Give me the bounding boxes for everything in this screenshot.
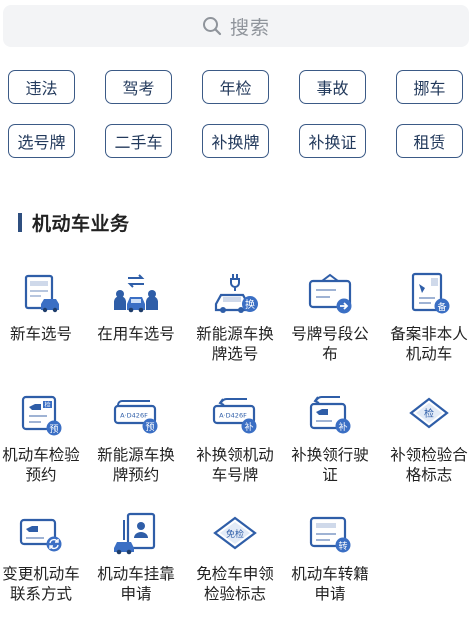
service-inspection-mark-reissue[interactable]: 检 补领检验合格标志 xyxy=(382,391,472,485)
service-label: 机动车检验预约 xyxy=(2,446,80,484)
service-label: 在用车选号 xyxy=(97,325,175,343)
tag-used-car[interactable]: 二手车 xyxy=(105,124,172,158)
service-label: 补换领机动车号牌 xyxy=(196,446,274,484)
service-ev-plate-select[interactable]: 换 新能源车换牌选号 xyxy=(188,270,282,364)
ev-plate-booking-icon: A·D426F 预 xyxy=(113,400,158,434)
car-owners-exchange-icon xyxy=(114,274,158,313)
tag-replace-plate[interactable]: 补换牌 xyxy=(202,124,269,158)
search-icon xyxy=(202,16,222,36)
transfer-apply-icon: 转 xyxy=(309,516,351,553)
replace-badge-text: 补 xyxy=(338,421,347,433)
service-plate-replace[interactable]: A·D426F 补 补换领机动车号牌 xyxy=(188,391,282,485)
service-used-car-plate-select[interactable]: 在用车选号 xyxy=(89,270,183,344)
search-placeholder: 搜索 xyxy=(229,16,270,39)
service-ev-plate-booking[interactable]: A·D426F 预 新能源车换牌预约 xyxy=(89,391,183,485)
tag-violation[interactable]: 违法 xyxy=(8,70,75,104)
plate-select-icon xyxy=(24,274,59,313)
inspection-tag-text: 检 xyxy=(44,401,50,409)
service-label: 机动车转籍申请 xyxy=(291,565,369,603)
section-title: 机动车业务 xyxy=(32,213,130,235)
service-new-car-plate-select[interactable]: 新车选号 xyxy=(0,270,88,344)
tag-select-plate[interactable]: 选号牌 xyxy=(8,124,75,158)
booking-badge-text: 预 xyxy=(145,422,154,433)
ev-badge-text: 换 xyxy=(245,298,255,311)
service-label: 新车选号 xyxy=(9,325,72,343)
filing-document-icon: 备 xyxy=(411,272,450,314)
affiliation-apply-icon xyxy=(114,512,156,555)
service-plate-number-announcement[interactable]: 号牌号段公布 xyxy=(283,270,377,364)
exempt-mark-icon: 免检 xyxy=(213,516,257,550)
section-header: 机动车业务 xyxy=(18,209,130,236)
booking-badge-text: 预 xyxy=(49,424,58,435)
license-replace-icon: 补 xyxy=(309,396,351,434)
inspection-tag-text: 检 xyxy=(424,407,434,420)
tag-replace-license[interactable]: 补换证 xyxy=(299,124,366,158)
service-label: 免检车申领检验标志 xyxy=(196,565,274,603)
filing-badge-text: 备 xyxy=(437,301,446,313)
service-label: 号牌号段公布 xyxy=(291,325,369,363)
service-label: 备案非本人机动车 xyxy=(390,325,468,363)
section-accent-bar xyxy=(18,213,22,232)
tag-accident[interactable]: 事故 xyxy=(299,70,366,104)
service-exempt-inspection-mark[interactable]: 免检 免检车申领检验标志 xyxy=(188,510,282,604)
tag-driving-test[interactable]: 驾考 xyxy=(105,70,172,104)
contact-change-icon xyxy=(19,518,62,552)
service-label: 变更机动车联系方式 xyxy=(2,565,80,603)
service-label: 新能源车换牌选号 xyxy=(196,325,274,363)
service-vehicle-affiliation[interactable]: 机动车挂靠申请 xyxy=(89,510,183,604)
service-label: 机动车挂靠申请 xyxy=(97,565,175,603)
transfer-badge-text: 转 xyxy=(338,540,347,552)
service-label: 补换领行驶证 xyxy=(291,446,369,484)
service-vehicle-transfer[interactable]: 转 机动车转籍申请 xyxy=(283,510,377,604)
tag-rental[interactable]: 租赁 xyxy=(396,124,463,158)
plate-number-text: A·D426F xyxy=(219,412,247,420)
service-inspection-booking[interactable]: 检 预 机动车检验预约 xyxy=(0,391,88,485)
plate-number-text: A·D426F xyxy=(120,412,148,420)
exempt-tag-text: 免检 xyxy=(226,528,244,540)
inspection-booking-icon: 检 预 xyxy=(21,395,62,436)
service-contact-change[interactable]: 变更机动车联系方式 xyxy=(0,510,88,604)
tag-move-car[interactable]: 挪车 xyxy=(396,70,463,104)
service-label: 补领检验合格标志 xyxy=(390,446,468,484)
replace-badge-text: 补 xyxy=(244,421,253,433)
ev-car-icon: 换 xyxy=(214,274,258,313)
tag-annual-inspection[interactable]: 年检 xyxy=(202,70,269,104)
service-label: 新能源车换牌预约 xyxy=(97,446,175,484)
search-bar[interactable]: 搜索 xyxy=(3,5,469,47)
inspection-mark-icon: 检 xyxy=(409,397,449,429)
service-filing-non-owner-vehicle[interactable]: 备 备案非本人机动车 xyxy=(382,270,472,364)
service-license-replace[interactable]: 补 补换领行驶证 xyxy=(283,391,377,485)
plate-announcement-icon xyxy=(308,273,352,314)
plate-replace-icon: A·D426F 补 xyxy=(212,398,257,434)
